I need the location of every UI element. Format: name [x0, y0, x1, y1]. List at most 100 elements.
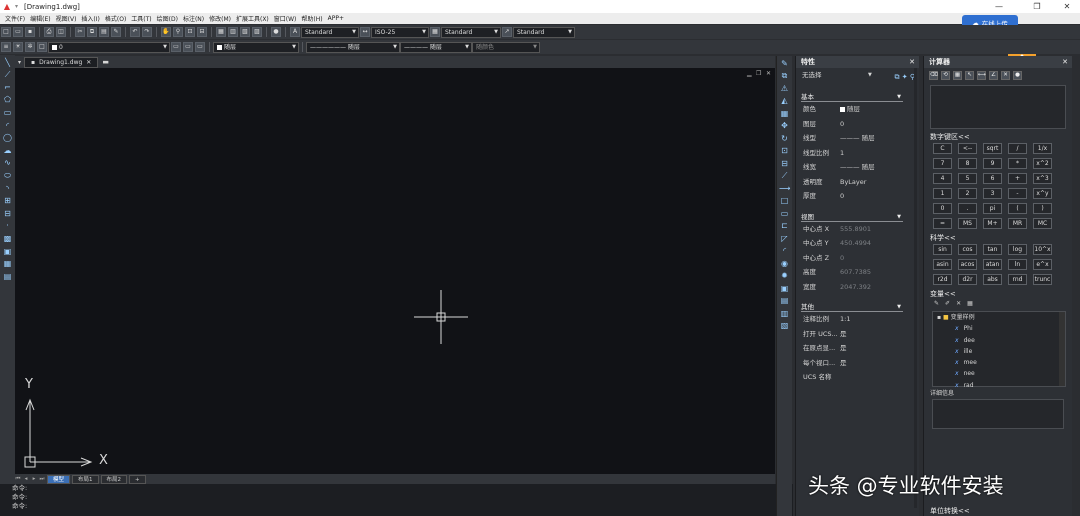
ellipse-arc-icon[interactable]: ◝ — [2, 184, 13, 194]
variable-item[interactable]: x rad — [933, 380, 1065, 391]
scientific-header[interactable]: 科学<< — [924, 233, 1072, 244]
variable-item[interactable]: x Phi — [933, 323, 1065, 334]
hatch-icon[interactable]: ▩ — [2, 234, 13, 244]
fillet-icon[interactable]: ◜ — [779, 246, 790, 256]
polygon-icon[interactable]: ⬠ — [2, 95, 13, 105]
plot-style-select[interactable]: 随颜色 ▼ — [472, 41, 540, 53]
tab-add-layout[interactable]: + — [129, 474, 146, 484]
numpad-key[interactable]: ) — [1033, 203, 1052, 214]
restore-button[interactable]: ❐ — [1026, 0, 1048, 13]
menu-format[interactable]: 格式(O) — [105, 14, 126, 23]
gradient-icon[interactable]: ▣ — [2, 247, 13, 257]
numpad-key[interactable]: 6 — [983, 173, 1002, 184]
numpad-key[interactable]: x^2 — [1033, 158, 1052, 169]
viewport-close-icon[interactable]: ✕ — [766, 70, 771, 77]
print-icon[interactable]: ⎙ — [44, 27, 54, 37]
new-file-icon[interactable]: □ — [1, 27, 11, 37]
prop-row-thickness[interactable]: 厚度 0 — [796, 189, 919, 204]
scientific-key[interactable]: abs — [983, 274, 1002, 285]
make-block-icon[interactable]: ⊟ — [2, 209, 13, 219]
layer-on-icon[interactable]: ☀ — [13, 42, 23, 52]
cut-icon[interactable]: ✂ — [75, 27, 85, 37]
next-layout-icon[interactable]: ▸ — [31, 476, 37, 482]
pan-icon[interactable]: ✋ — [161, 27, 171, 37]
numpad-header[interactable]: 数字键区<< — [924, 132, 1072, 143]
prop-row-center-x[interactable]: 中心点 X 555.8901 — [796, 222, 919, 237]
calc-help-icon[interactable]: ● — [1013, 70, 1022, 80]
close-button[interactable]: ✕ — [1056, 0, 1078, 13]
numpad-key[interactable]: . — [958, 203, 977, 214]
numpad-key[interactable]: ( — [1008, 203, 1027, 214]
point-icon[interactable]: · — [2, 221, 13, 231]
zoom-realtime-icon[interactable]: ⚲ — [173, 27, 183, 37]
distance-icon[interactable]: ⟷ — [977, 70, 986, 80]
numpad-key[interactable]: x^y — [1033, 188, 1052, 199]
region-icon[interactable]: ▦ — [2, 259, 13, 269]
menu-help[interactable]: 帮助(H) — [301, 14, 322, 23]
section-basic[interactable]: 基本 ▼ — [801, 90, 903, 102]
menu-tools[interactable]: 工具(T) — [131, 14, 151, 23]
numpad-key[interactable]: 7 — [933, 158, 952, 169]
scientific-key[interactable]: tan — [983, 244, 1002, 255]
variables-header[interactable]: 变量<< — [924, 289, 1072, 300]
make-current-icon[interactable]: ▭ — [171, 42, 181, 52]
section-view[interactable]: 视图 ▼ — [801, 210, 903, 222]
tab-layout2[interactable]: 布局2 — [100, 474, 128, 484]
tab-close-icon[interactable]: ✕ — [86, 59, 91, 66]
section-misc[interactable]: 其他 ▼ — [801, 300, 903, 312]
text-style-select[interactable]: Standard ▼ — [301, 26, 359, 38]
scientific-key[interactable]: r2d — [933, 274, 952, 285]
numpad-key[interactable]: / — [1008, 143, 1027, 154]
delete-variable-icon[interactable]: ✕ — [956, 300, 961, 310]
history-icon[interactable]: ⟲ — [941, 70, 950, 80]
scientific-key[interactable]: log — [1008, 244, 1027, 255]
color-select[interactable]: 随层 ▼ — [213, 41, 299, 53]
prop-row-color[interactable]: 颜色 随层 — [796, 102, 919, 117]
prop-row-linetype[interactable]: 线型 ——— 随层 — [796, 131, 919, 146]
calculator-icon[interactable]: ▨ — [252, 27, 262, 37]
rotate-icon[interactable]: ↻ — [779, 134, 790, 144]
numpad-key[interactable]: 8 — [958, 158, 977, 169]
array-icon[interactable]: ▦ — [779, 109, 790, 119]
scale-icon[interactable]: ⊡ — [779, 146, 790, 156]
prop-row-center-z[interactable]: 中心点 Z 0 — [796, 251, 919, 266]
layer-lock-icon[interactable]: □ — [37, 42, 47, 52]
numpad-key[interactable]: 1/x — [1033, 143, 1052, 154]
paste-icon[interactable]: ▤ — [99, 27, 109, 37]
break-point-icon[interactable]: □ — [779, 196, 790, 206]
variable-item[interactable]: x ille — [933, 346, 1065, 357]
preview-icon[interactable]: ◫ — [56, 27, 66, 37]
variable-scrollbar[interactable] — [1059, 312, 1065, 386]
tab-model[interactable]: 模型 — [47, 474, 71, 484]
get-coords-icon[interactable]: ▦ — [953, 70, 962, 80]
qat-dropdown-icon[interactable]: ▾ — [15, 3, 18, 10]
numpad-key[interactable]: sqrt — [983, 143, 1002, 154]
layer-previous-icon[interactable]: ▭ — [183, 42, 193, 52]
first-layout-icon[interactable]: ⏮ — [15, 476, 21, 483]
drawing-canvas[interactable]: Y X — [15, 68, 775, 474]
calculator-display[interactable] — [930, 85, 1066, 129]
line-angle-icon[interactable]: ∠ — [989, 70, 998, 80]
last-layout-icon[interactable]: ⏭ — [39, 476, 45, 483]
menu-express[interactable]: 扩展工具(X) — [236, 14, 269, 23]
variable-item[interactable]: x nee — [933, 368, 1065, 379]
rectangle-icon[interactable]: ▭ — [2, 108, 13, 118]
copy-object-icon[interactable]: ⧉ — [779, 71, 790, 81]
prop-row-width[interactable]: 宽度 2047.392 — [796, 280, 919, 295]
menu-edit[interactable]: 编辑(E) — [30, 14, 50, 23]
scientific-key[interactable]: rnd — [1008, 274, 1027, 285]
scientific-key[interactable]: e^x — [1033, 259, 1052, 270]
polyline-icon[interactable]: ⌐ — [2, 83, 13, 93]
minimize-button[interactable]: — — [988, 0, 1010, 13]
numpad-key[interactable]: - — [1008, 188, 1027, 199]
numpad-key[interactable]: 0 — [933, 203, 952, 214]
line-icon[interactable]: ╲ — [2, 58, 13, 68]
zoom-previous-icon[interactable]: ⊟ — [197, 27, 207, 37]
variable-item[interactable]: x dee — [933, 335, 1065, 346]
menu-window[interactable]: 窗口(W) — [274, 14, 297, 23]
extend-icon[interactable]: ⟶ — [779, 184, 790, 194]
properties-scrollbar[interactable] — [914, 68, 917, 508]
layer-select[interactable]: 0 ▼ — [48, 41, 170, 53]
break-icon[interactable]: ▭ — [779, 209, 790, 219]
numpad-key[interactable]: 1 — [933, 188, 952, 199]
